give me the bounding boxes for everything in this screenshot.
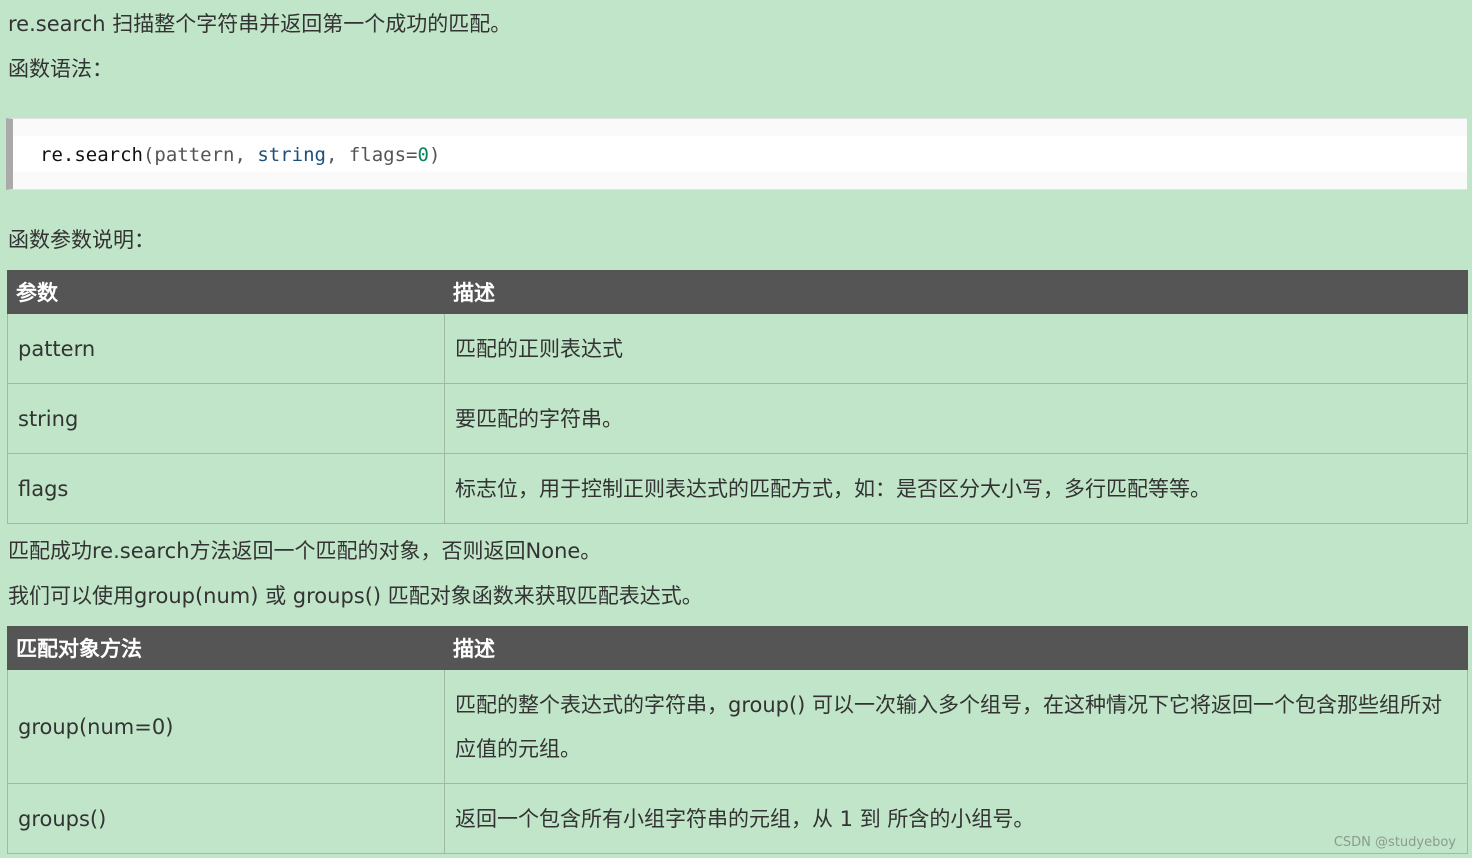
param-description: 匹配的正则表达式 (444, 313, 1468, 384)
code-block: re.search(pattern, string, flags=0) (6, 118, 1467, 190)
table-header-row: 参数 描述 (7, 270, 1468, 314)
code-close-paren: ) (428, 144, 441, 166)
method-description: 返回一个包含所有小组字符串的元组，从 1 到 所含的小组号。 (444, 783, 1468, 854)
syntax-label: 函数语法： (8, 57, 113, 81)
group-usage-text: 我们可以使用group(num) 或 groups() 匹配对象函数来获取匹配表… (8, 584, 703, 608)
table-row: groups() 返回一个包含所有小组字符串的元组，从 1 到 所含的小组号。 (7, 783, 1468, 854)
params-table: 参数 描述 pattern 匹配的正则表达式 string 要匹配的字符串。 f… (7, 270, 1468, 524)
param-description: 标志位，用于控制正则表达式的匹配方式，如：是否区分大小写，多行匹配等等。 (444, 453, 1468, 524)
table-row: flags 标志位，用于控制正则表达式的匹配方式，如：是否区分大小写，多行匹配等… (7, 453, 1468, 524)
methods-table: 匹配对象方法 描述 group(num=0) 匹配的整个表达式的字符串，grou… (7, 626, 1468, 854)
params-heading: 函数参数说明： (8, 228, 155, 252)
param-description: 要匹配的字符串。 (444, 383, 1468, 454)
param-name: flags (7, 453, 445, 524)
column-header-desc: 描述 (444, 626, 1468, 670)
table-row: pattern 匹配的正则表达式 (7, 313, 1468, 384)
column-header-param: 参数 (7, 270, 445, 314)
intro-line-1: re.search 扫描整个字符串并返回第一个成功的匹配。 (8, 12, 512, 36)
code-number: 0 (417, 144, 429, 166)
table-row: string 要匹配的字符串。 (7, 383, 1468, 454)
method-name: groups() (7, 783, 445, 854)
code-builtin-string: string (257, 144, 326, 166)
return-value-text: 匹配成功re.search方法返回一个匹配的对象，否则返回None。 (8, 539, 602, 563)
watermark: CSDN @studyeboy (1333, 835, 1456, 850)
code-flags-arg: , flags= (325, 144, 418, 166)
table-row: group(num=0) 匹配的整个表达式的字符串，group() 可以一次输入… (7, 669, 1468, 784)
param-name: pattern (7, 313, 445, 384)
param-name: string (7, 383, 445, 454)
column-header-desc: 描述 (444, 270, 1468, 314)
method-description: 匹配的整个表达式的字符串，group() 可以一次输入多个组号，在这种情况下它将… (444, 669, 1468, 784)
code-args-open: (pattern, (142, 144, 258, 166)
column-header-method: 匹配对象方法 (7, 626, 445, 670)
code-function-name: re.search (40, 144, 143, 166)
code-line: re.search(pattern, string, flags=0) (40, 141, 440, 169)
method-name: group(num=0) (7, 669, 445, 784)
table-header-row: 匹配对象方法 描述 (7, 626, 1468, 670)
